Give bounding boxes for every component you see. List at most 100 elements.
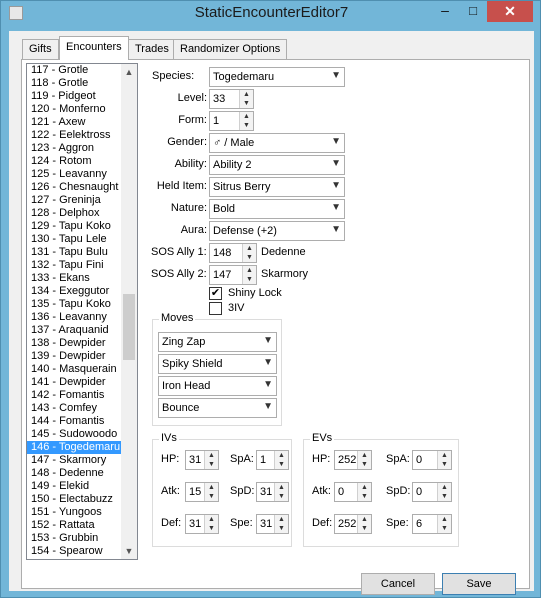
- maximize-button[interactable]: □: [459, 1, 487, 22]
- arrow-up-icon[interactable]: ▲: [205, 483, 218, 492]
- sos-ally-2-name: Skarmory: [261, 268, 309, 280]
- arrow-down-icon[interactable]: ▼: [243, 275, 256, 284]
- arrow-up-icon[interactable]: ▲: [243, 244, 256, 253]
- arrow-up-icon[interactable]: ▲: [205, 451, 218, 460]
- form-stepper[interactable]: 1 ▲ ▼: [209, 111, 254, 131]
- iv-hp-stepper[interactable]: 31 ▲ ▼: [185, 450, 219, 470]
- ev-spa-stepper[interactable]: 0 ▲ ▼: [412, 450, 452, 470]
- ev-hp-value: 252: [338, 454, 357, 466]
- iv-spa-stepper[interactable]: 1 ▲ ▼: [256, 450, 289, 470]
- arrow-up-icon[interactable]: ▲: [275, 483, 288, 492]
- sos-ally-1-stepper[interactable]: 148 ▲ ▼: [209, 243, 257, 263]
- chevron-down-icon: ▼: [331, 70, 341, 81]
- ev-spe-stepper[interactable]: 6 ▲ ▼: [412, 514, 452, 534]
- arrow-up-icon[interactable]: ▲: [205, 515, 218, 524]
- move-2-dropdown[interactable]: Spiky Shield ▼: [158, 354, 277, 374]
- gender-dropdown[interactable]: ♂ / Male ▼: [209, 133, 345, 153]
- ev-spa-value: 0: [416, 454, 423, 466]
- arrow-down-icon[interactable]: ▼: [358, 460, 371, 469]
- minimize-button[interactable]: –: [431, 1, 459, 22]
- iv-spd-stepper[interactable]: 31 ▲ ▼: [256, 482, 289, 502]
- chevron-down-icon: ▼: [331, 136, 341, 147]
- arrow-down-icon[interactable]: ▼: [358, 492, 371, 501]
- arrow-down-icon[interactable]: ▼: [438, 460, 451, 469]
- scroll-up-icon[interactable]: ▲: [121, 64, 137, 80]
- arrow-up-icon[interactable]: ▲: [358, 515, 371, 524]
- held-item-dropdown[interactable]: Sitrus Berry ▼: [209, 177, 345, 197]
- ev-atk-stepper[interactable]: 0 ▲ ▼: [334, 482, 372, 502]
- ev-spa-label: SpA:: [386, 453, 410, 465]
- shiny-lock-checkbox[interactable]: ✔: [209, 287, 222, 300]
- tab-trades[interactable]: Trades: [128, 39, 176, 59]
- iv-def-stepper[interactable]: 31 ▲ ▼: [185, 514, 219, 534]
- iv-spe-stepper[interactable]: 31 ▲ ▼: [256, 514, 289, 534]
- arrow-down-icon[interactable]: ▼: [438, 524, 451, 533]
- list-scrollbar[interactable]: ▲ ▼: [121, 64, 137, 559]
- arrow-down-icon[interactable]: ▼: [240, 99, 253, 108]
- title-bar[interactable]: StaticEncounterEditor7 – □ ✕: [1, 1, 541, 31]
- ev-spd-stepper[interactable]: 0 ▲ ▼: [412, 482, 452, 502]
- ability-dropdown[interactable]: Ability 2 ▼: [209, 155, 345, 175]
- iv-atk-stepper[interactable]: 15 ▲ ▼: [185, 482, 219, 502]
- moves-title: Moves: [159, 312, 196, 324]
- arrow-up-icon[interactable]: ▲: [358, 451, 371, 460]
- arrow-down-icon[interactable]: ▼: [275, 460, 288, 469]
- arrow-down-icon[interactable]: ▼: [205, 524, 218, 533]
- aura-dropdown[interactable]: Defense (+2) ▼: [209, 221, 345, 241]
- ev-def-stepper[interactable]: 252 ▲ ▼: [334, 514, 372, 534]
- three-iv-checkbox[interactable]: [209, 302, 222, 315]
- nature-dropdown[interactable]: Bold ▼: [209, 199, 345, 219]
- close-button[interactable]: ✕: [487, 1, 533, 22]
- move-3-dropdown[interactable]: Iron Head ▼: [158, 376, 277, 396]
- encounter-list[interactable]: 117 - Grotle 118 - Grotle 119 - Pidgeot 120…: [26, 63, 138, 560]
- arrow-down-icon[interactable]: ▼: [243, 253, 256, 262]
- chevron-down-icon: ▼: [331, 158, 341, 169]
- tab-randomizer-options[interactable]: Randomizer Options: [173, 39, 288, 59]
- move-4-dropdown[interactable]: Bounce ▼: [158, 398, 277, 418]
- arrow-down-icon[interactable]: ▼: [205, 492, 218, 501]
- arrow-up-icon[interactable]: ▲: [240, 90, 253, 99]
- sos-ally-1-label: SOS Ally 1:: [151, 246, 207, 258]
- arrow-up-icon[interactable]: ▲: [275, 451, 288, 460]
- iv-hp-value: 31: [189, 454, 202, 466]
- move-4-value: Bounce: [162, 402, 200, 414]
- arrow-down-icon[interactable]: ▼: [240, 121, 253, 130]
- chevron-down-icon: ▼: [331, 180, 341, 191]
- ev-spd-value: 0: [416, 486, 423, 498]
- moves-group: Moves Zing Zap ▼ Spiky Shield ▼ Iron Hea…: [152, 312, 282, 426]
- arrow-up-icon[interactable]: ▲: [243, 266, 256, 275]
- arrow-down-icon[interactable]: ▼: [275, 492, 288, 501]
- ev-atk-value: 0: [338, 486, 345, 498]
- nature-label: Nature:: [170, 202, 207, 214]
- scroll-thumb[interactable]: [123, 294, 135, 360]
- arrow-up-icon[interactable]: ▲: [358, 483, 371, 492]
- arrow-down-icon[interactable]: ▼: [358, 524, 371, 533]
- arrow-up-icon[interactable]: ▲: [438, 451, 451, 460]
- arrow-up-icon[interactable]: ▲: [240, 112, 253, 121]
- arrow-up-icon[interactable]: ▲: [438, 483, 451, 492]
- iv-spe-label: Spe:: [230, 517, 253, 529]
- scroll-down-icon[interactable]: ▼: [121, 543, 137, 559]
- move-1-dropdown[interactable]: Zing Zap ▼: [158, 332, 277, 352]
- sos-ally-2-value: 147: [213, 269, 232, 281]
- arrow-up-icon[interactable]: ▲: [438, 515, 451, 524]
- arrow-down-icon[interactable]: ▼: [205, 460, 218, 469]
- arrow-down-icon[interactable]: ▼: [438, 492, 451, 501]
- cancel-button[interactable]: Cancel: [361, 573, 435, 595]
- ev-atk-label: Atk:: [312, 485, 331, 497]
- aura-value: Defense (+2): [213, 225, 277, 237]
- arrow-down-icon[interactable]: ▼: [275, 524, 288, 533]
- arrow-up-icon[interactable]: ▲: [275, 515, 288, 524]
- gender-label: Gender:: [167, 136, 207, 148]
- tab-encounters[interactable]: Encounters: [59, 36, 129, 60]
- ev-hp-stepper[interactable]: 252 ▲ ▼: [334, 450, 372, 470]
- save-button[interactable]: Save: [442, 573, 516, 595]
- sos-ally-2-stepper[interactable]: 147 ▲ ▼: [209, 265, 257, 285]
- chevron-down-icon: ▼: [263, 379, 273, 390]
- iv-spa-label: SpA:: [230, 453, 254, 465]
- tab-gifts[interactable]: Gifts: [22, 39, 59, 59]
- level-stepper[interactable]: 33 ▲ ▼: [209, 89, 254, 109]
- species-dropdown[interactable]: Togedemaru ▼: [209, 67, 345, 87]
- nature-value: Bold: [213, 203, 236, 215]
- iv-def-value: 31: [189, 518, 202, 530]
